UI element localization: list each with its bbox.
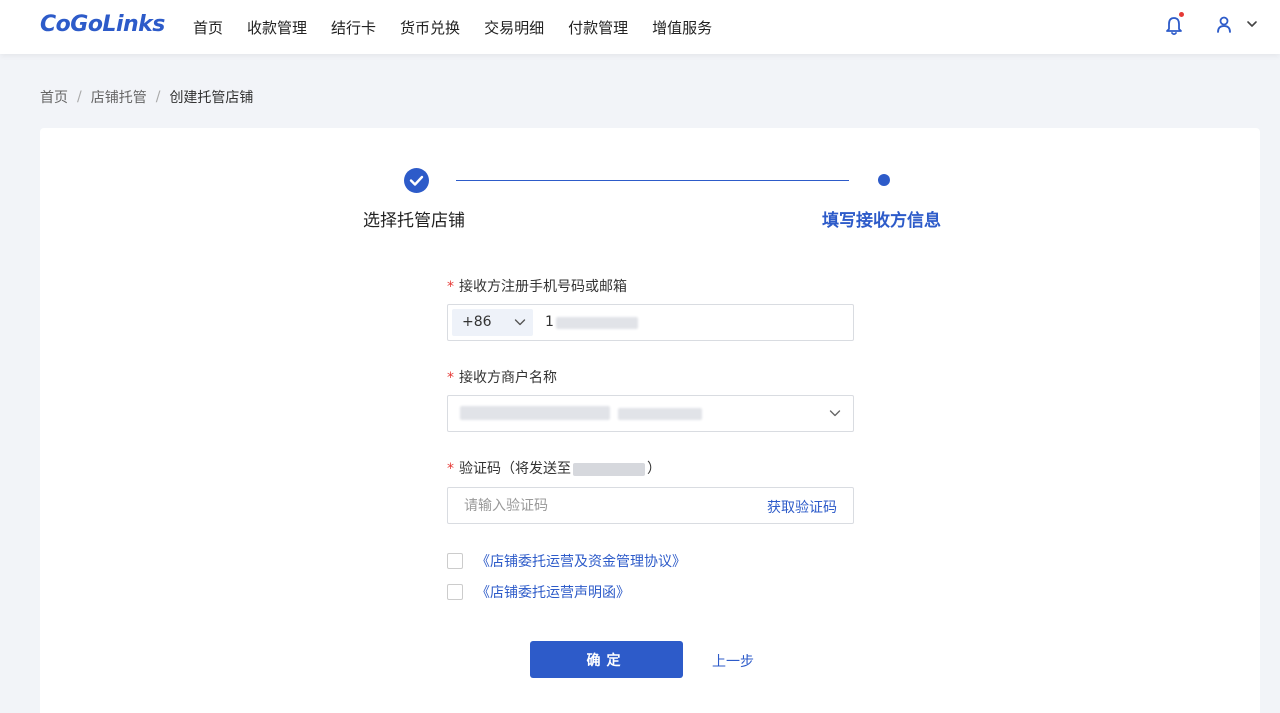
breadcrumb-current: 创建托管店铺 xyxy=(169,90,254,106)
bell-icon[interactable] xyxy=(1165,15,1183,37)
verify-code-input[interactable] xyxy=(448,488,748,523)
breadcrumb-store-hosting[interactable]: 店铺托管 xyxy=(91,87,147,107)
agreement-link-1[interactable]: 《店铺委托运营及资金管理协议》 xyxy=(476,551,686,571)
merchant-label: * 接收方商户名称 xyxy=(447,370,557,386)
app-logo[interactable]: CoGoLinks xyxy=(40,12,165,37)
redacted-phone xyxy=(556,317,638,329)
previous-step-button[interactable]: 上一步 xyxy=(712,651,754,671)
chevron-down-icon[interactable] xyxy=(1246,19,1258,29)
step2-current-icon xyxy=(878,174,890,186)
top-nav-bar: CoGoLinks 首页 收款管理 结行卡 货币兑换 交易明细 付款管理 增值服… xyxy=(0,0,1280,54)
required-mark: * xyxy=(447,279,454,295)
phone-input-value[interactable]: 1 xyxy=(545,314,554,330)
check-icon xyxy=(409,175,424,186)
chevron-down-icon xyxy=(829,410,841,417)
nav-item-receipts[interactable]: 收款管理 xyxy=(247,17,307,38)
main-nav: 首页 收款管理 结行卡 货币兑换 交易明细 付款管理 增值服务 xyxy=(193,0,736,54)
verify-code-field: 获取验证码 xyxy=(447,487,854,524)
step-connector xyxy=(456,180,849,181)
breadcrumb-home[interactable]: 首页 xyxy=(40,87,68,107)
redacted-merchant-name xyxy=(460,406,610,420)
get-code-button[interactable]: 获取验证码 xyxy=(767,497,837,517)
agreement-row-2: 《店铺委托运营声明函》 xyxy=(447,582,630,602)
redacted-phone xyxy=(573,462,645,476)
agreement-link-2[interactable]: 《店铺委托运营声明函》 xyxy=(476,582,630,602)
agreement-row-1: 《店铺委托运营及资金管理协议》 xyxy=(447,551,686,571)
notification-badge xyxy=(1179,12,1184,17)
breadcrumb-separator: / xyxy=(155,89,161,105)
country-code-select[interactable]: +86 xyxy=(452,309,533,336)
redacted-merchant-name xyxy=(618,408,702,420)
breadcrumb-separator: / xyxy=(77,89,82,105)
chevron-down-icon xyxy=(514,319,526,326)
nav-item-home[interactable]: 首页 xyxy=(193,17,223,38)
step1-label: 选择托管店铺 xyxy=(363,211,465,231)
confirm-button[interactable]: 确定 xyxy=(530,641,683,678)
step2-label: 填写接收方信息 xyxy=(822,211,941,231)
nav-item-value-added[interactable]: 增值服务 xyxy=(652,17,712,38)
merchant-select[interactable] xyxy=(447,395,854,432)
phone-label: * 接收方注册手机号码或邮箱 xyxy=(447,279,627,295)
user-icon[interactable] xyxy=(1216,16,1232,34)
phone-field[interactable]: +86 1 xyxy=(447,304,854,341)
nav-item-settlement-card[interactable]: 结行卡 xyxy=(331,17,376,38)
agreement-checkbox-2[interactable] xyxy=(447,584,463,600)
step1-complete-icon xyxy=(404,168,429,193)
required-mark: * xyxy=(447,370,454,386)
verify-code-label: * 验证码（将发送至） xyxy=(447,461,661,477)
nav-item-currency-exchange[interactable]: 货币兑换 xyxy=(400,17,460,38)
breadcrumb: 首页 / 店铺托管 / 创建托管店铺 xyxy=(40,87,253,107)
agreement-checkbox-1[interactable] xyxy=(447,553,463,569)
required-mark: * xyxy=(447,461,454,477)
nav-item-payments[interactable]: 付款管理 xyxy=(568,17,628,38)
nav-item-transactions[interactable]: 交易明细 xyxy=(484,17,544,38)
